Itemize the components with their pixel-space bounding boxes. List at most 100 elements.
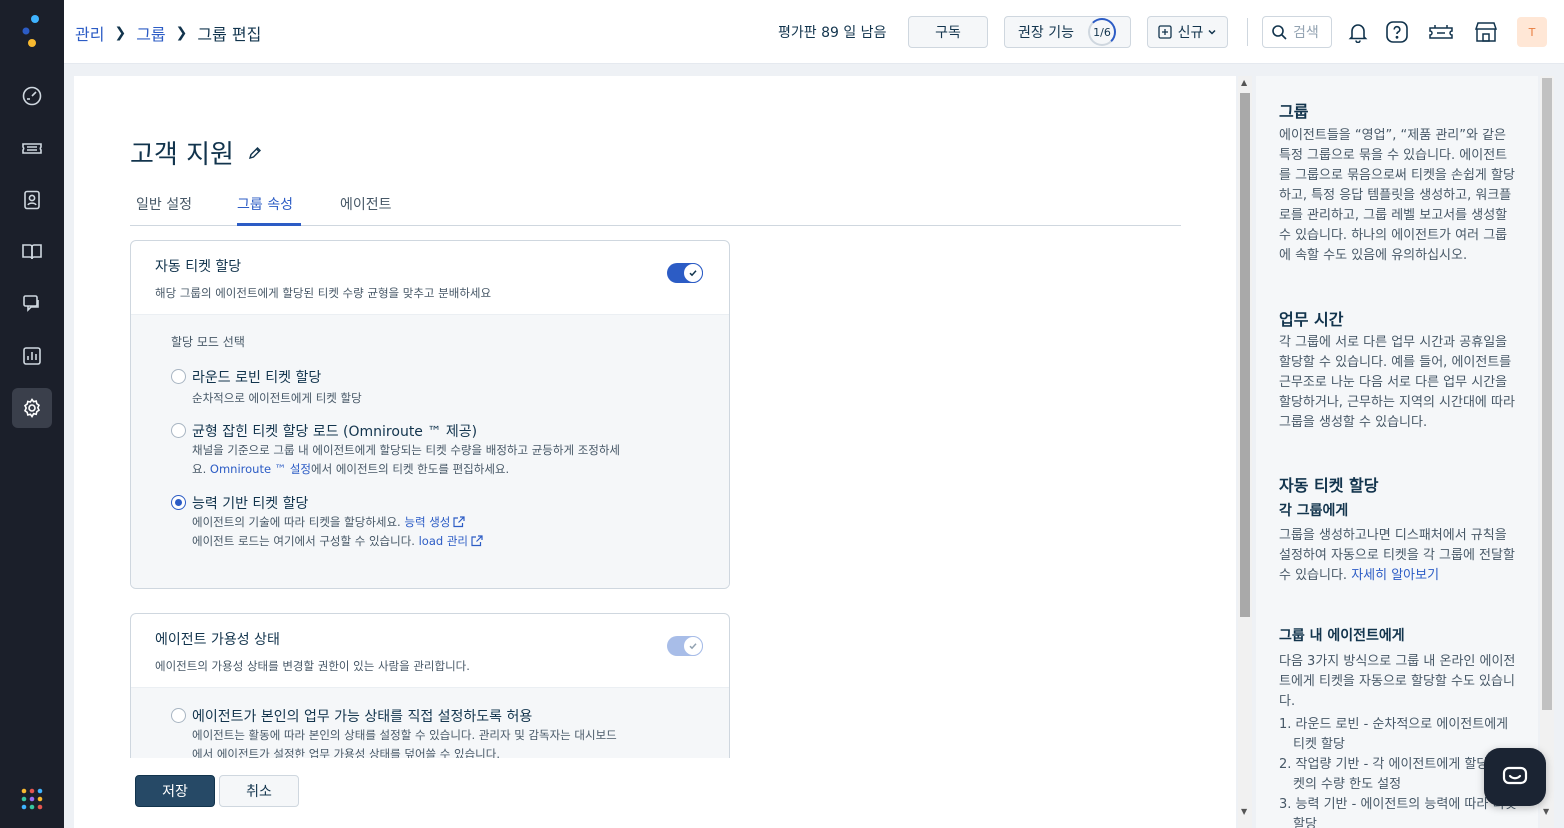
help-hours-text: 각 그룹에 서로 다른 업무 시간과 공휴일을 할당할 수 있습니다. 예를 들… (1279, 335, 1515, 430)
desc-text: 요. (192, 462, 210, 476)
form-footer: 저장 취소 (74, 758, 1236, 828)
plus-box-icon (1157, 25, 1172, 39)
list-item: 1. 라운드 로빈 - 순차적으로 에이전트에게 티켓 할당 (1279, 717, 1509, 752)
chevron-right-icon: ❯ (175, 25, 188, 41)
help-to-agents-title: 그룹 내 에이전트에게 (1279, 628, 1405, 644)
cancel-button[interactable]: 취소 (219, 775, 299, 807)
load-balanced-desc-line2: 요. Omniroute ™ 설정에서 에이전트의 티켓 한도를 편집하세요. (192, 460, 672, 479)
manage-load-link[interactable]: load 관리 (419, 534, 468, 548)
skill-based-desc-line2: 에이전트 로드는 여기에서 구성할 수 있습니다. load 관리 (192, 532, 672, 551)
main-scrollbar-thumb[interactable] (1240, 93, 1250, 617)
help-to-group-text: 그룹을 생성하고나면 디스패처에서 규칙을 설정하여 자동으로 티켓을 각 그룹… (1279, 526, 1517, 586)
tour-ticket-icon[interactable] (1427, 18, 1455, 46)
availability-header: 에이전트 가용성 상태 에이전트의 가용성 상태를 변경할 권한이 있는 사람을… (131, 614, 729, 687)
auto-assign-header: 자동 티켓 할당 해당 그룹의 에이전트에게 할당된 티켓 수량 균형을 맞추고… (131, 241, 729, 314)
marketplace-store-icon[interactable] (1472, 18, 1500, 46)
top-bar: 관리 ❯ 그룹 ❯ 그룹 편집 평가판 89 일 남음 구독 권장 기능 1/6… (64, 0, 1564, 64)
breadcrumb-admin[interactable]: 관리 (75, 21, 104, 45)
help-groups-text: 에이전트들을 “영업”, “제품 관리”와 같은 특정 그룹으로 묶을 수 있습… (1279, 128, 1515, 263)
search-input[interactable]: 검색 (1262, 16, 1332, 48)
availability-toggle[interactable] (667, 636, 703, 656)
help-auto-title: 자동 티켓 할당 (1279, 476, 1379, 495)
group-name: 고객 지원 (130, 140, 234, 170)
recommended-features-label: 권장 기능 (1018, 25, 1074, 41)
save-button[interactable]: 저장 (135, 775, 215, 807)
tab-general-settings[interactable]: 일반 설정 (136, 194, 198, 226)
logo[interactable] (17, 14, 47, 50)
desc-text: 에이전트의 기술에 따라 티켓을 할당하세요. (192, 515, 405, 529)
help-to-agents-text: 다음 3가지 방식으로 그룹 내 온라인 에이전트에게 티켓을 자동으로 할당할… (1279, 654, 1516, 709)
search-placeholder: 검색 (1293, 25, 1319, 41)
bell-icon[interactable] (1344, 18, 1372, 46)
load-balanced-desc: 채널을 기준으로 그룹 내 에이전트에게 할당되는 티켓 수량을 배정하고 균등… (192, 441, 672, 479)
scroll-down-arrow[interactable]: ▼ (1543, 807, 1549, 816)
availability-desc: 에이전트의 가용성 상태를 변경할 권한이 있는 사람을 관리합니다. (155, 659, 470, 673)
agent-self-set-radio[interactable] (171, 708, 186, 723)
contacts-icon[interactable] (12, 180, 52, 220)
main-content: 고객 지원 일반 설정 그룹 속성 에이전트 자동 티켓 할당 해당 그룹의 에… (74, 76, 1236, 828)
tab-agents[interactable]: 에이전트 (340, 194, 398, 226)
subscribe-button[interactable]: 구독 (908, 16, 988, 48)
check-icon (683, 636, 703, 656)
avatar[interactable]: T (1517, 17, 1547, 47)
chevron-down-icon (1208, 29, 1216, 35)
solutions-icon[interactable] (12, 232, 52, 272)
auto-assign-toggle[interactable] (667, 263, 703, 283)
left-nav (0, 0, 64, 828)
recommended-progress: 1/6 (1087, 18, 1116, 46)
desc-text: 에이전트 로드는 여기에서 구성할 수 있습니다. (192, 534, 419, 548)
external-link-icon[interactable] (471, 535, 483, 547)
new-button-label: 신규 (1177, 25, 1204, 41)
list-item: 3. 능력 기반 - 에이전트의 능력에 따라 티켓 할당 (1279, 797, 1517, 828)
help-groups-title: 그룹 (1279, 102, 1309, 121)
help-to-group-title: 각 그룹에게 (1279, 503, 1349, 519)
tab-group-properties[interactable]: 그룹 속성 (237, 194, 301, 226)
tab-bar: 일반 설정 그룹 속성 에이전트 (130, 194, 1181, 226)
help-scrollbar[interactable]: ▼ (1540, 76, 1554, 828)
help-hours-title: 업무 시간 (1279, 310, 1344, 329)
tickets-icon[interactable] (12, 128, 52, 168)
help-icon[interactable] (1383, 18, 1411, 46)
help-panel: 그룹 에이전트들을 “영업”, “제품 관리”와 같은 특정 그룹으로 묶을 수… (1256, 76, 1538, 828)
page-title: 고객 지원 (130, 134, 262, 171)
skill-based-desc: 에이전트의 기술에 따라 티켓을 할당하세요. 능력 생성 에이전트 로드는 여… (192, 513, 672, 551)
breadcrumb: 관리 ❯ 그룹 ❯ 그룹 편집 (75, 21, 261, 45)
search-icon (1272, 25, 1287, 40)
auto-assign-desc: 해당 그룹의 에이전트에게 할당된 티켓 수량 균형을 맞추고 분배하세요 (155, 286, 492, 300)
new-button[interactable]: 신규 (1147, 16, 1228, 48)
agent-self-set-desc-line1: 에이전트는 활동에 따라 본인의 상태를 설정할 수 있습니다. 관리자 및 감… (192, 728, 617, 742)
main-scrollbar[interactable]: ▲ ▼ (1238, 76, 1252, 828)
apps-grid-icon[interactable] (20, 787, 44, 811)
forums-icon[interactable] (12, 284, 52, 324)
admin-icon[interactable] (12, 388, 52, 428)
dashboard-icon[interactable] (12, 76, 52, 116)
skill-based-desc-line1: 에이전트의 기술에 따라 티켓을 할당하세요. 능력 생성 (192, 513, 672, 532)
trial-status: 평가판 89 일 남음 (778, 25, 887, 41)
edit-pencil-icon[interactable] (248, 146, 262, 160)
skill-based-title: 능력 기반 티켓 할당 (192, 496, 309, 512)
chat-widget-button[interactable] (1484, 748, 1546, 806)
load-balanced-title: 균형 잡힌 티켓 할당 로드 (Omniroute ™ 제공) (192, 424, 478, 440)
scroll-up-arrow[interactable]: ▲ (1241, 78, 1247, 87)
external-link-icon[interactable] (453, 516, 465, 528)
help-method-list: 1. 라운드 로빈 - 순차적으로 에이전트에게 티켓 할당 2. 작업량 기반… (1279, 715, 1517, 828)
skill-based-radio[interactable] (171, 495, 186, 510)
list-item: 2. 작업량 기반 - 각 에이전트에게 할당된 티켓의 수량 한도 설정 (1279, 757, 1517, 792)
breadcrumb-groups[interactable]: 그룹 (136, 21, 165, 45)
help-scrollbar-thumb[interactable] (1542, 78, 1552, 710)
learn-more-link[interactable]: 자세히 알아보기 (1351, 568, 1439, 583)
assign-mode-section: 할당 모드 선택 라운드 로빈 티켓 할당 순차적으로 에이전트에게 티켓 할당… (131, 314, 729, 588)
scroll-down-arrow[interactable]: ▼ (1241, 807, 1247, 816)
chat-icon (1502, 766, 1528, 785)
reports-icon[interactable] (12, 336, 52, 376)
recommended-features-button[interactable]: 권장 기능 1/6 (1004, 16, 1131, 48)
assign-mode-label: 할당 모드 선택 (171, 335, 245, 349)
chevron-right-icon: ❯ (114, 25, 127, 41)
omniroute-settings-link[interactable]: Omniroute ™ 설정 (210, 462, 311, 476)
availability-title: 에이전트 가용성 상태 (155, 632, 280, 648)
create-skills-link[interactable]: 능력 생성 (404, 515, 450, 529)
load-balanced-radio[interactable] (171, 423, 186, 438)
breadcrumb-current: 그룹 편집 (197, 25, 262, 44)
desc-text: 에서 에이전트의 티켓 한도를 편집하세요. (311, 462, 510, 476)
round-robin-radio[interactable] (171, 369, 186, 384)
